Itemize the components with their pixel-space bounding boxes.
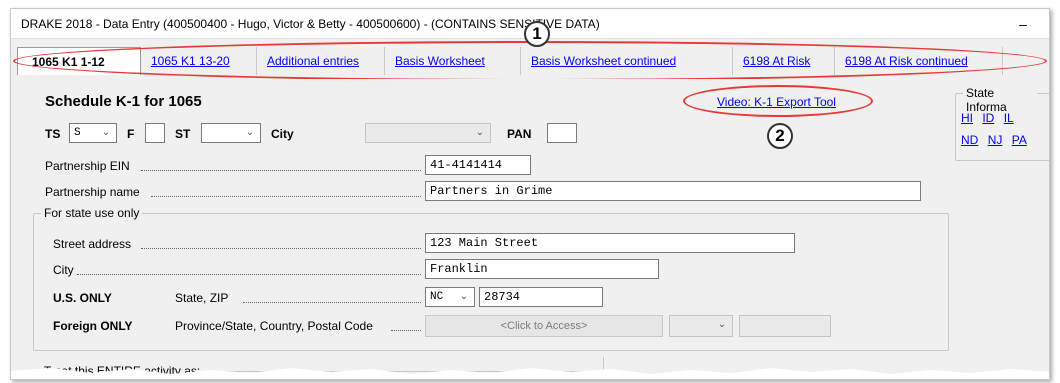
click-to-access-button[interactable]: <Click to Access> bbox=[425, 315, 663, 337]
tab-label: Additional entries bbox=[267, 54, 360, 68]
tab-label: Basis Worksheet continued bbox=[531, 54, 677, 68]
tab-basis-worksheet-continued[interactable]: Basis Worksheet continued bbox=[521, 47, 733, 75]
leader-dots bbox=[243, 302, 421, 303]
state-information-title: State Informa bbox=[963, 86, 1037, 114]
chevron-down-icon: ⌄ bbox=[459, 291, 469, 302]
callout-1: 1 bbox=[524, 21, 550, 47]
state-link-hi[interactable]: HI bbox=[961, 111, 973, 125]
video-k1-export-link[interactable]: Video: K-1 Export Tool bbox=[717, 95, 836, 109]
tab-label: Basis Worksheet bbox=[395, 54, 485, 68]
city-select[interactable]: ⌄ bbox=[365, 123, 491, 143]
leader-dots bbox=[391, 330, 421, 331]
state-link-id[interactable]: ID bbox=[982, 111, 994, 125]
postal-code-field[interactable] bbox=[739, 315, 831, 337]
st-select[interactable]: ⌄ bbox=[201, 123, 261, 143]
city-field-label: City bbox=[53, 263, 74, 277]
partnership-name-label: Partnership name bbox=[45, 185, 140, 199]
us-only-label: U.S. ONLY bbox=[53, 291, 112, 305]
minimize-button[interactable]: – bbox=[1011, 15, 1035, 33]
state-links-row-1: HI ID IL bbox=[961, 111, 1020, 125]
st-label: ST bbox=[175, 127, 191, 141]
ts-select[interactable]: S ⌄ bbox=[69, 123, 117, 143]
state-link-pa[interactable]: PA bbox=[1012, 133, 1027, 147]
city-field[interactable]: Franklin bbox=[425, 259, 659, 279]
f-field[interactable] bbox=[145, 123, 165, 143]
tab-additional-entries[interactable]: Additional entries bbox=[257, 47, 385, 75]
pan-label: PAN bbox=[507, 127, 532, 141]
ts-label: TS bbox=[45, 127, 61, 141]
tab-label: 6198 At Risk continued bbox=[845, 54, 968, 68]
state-links-row-2: ND NJ PA bbox=[961, 133, 1033, 147]
form-panel: Schedule K-1 for 1065 Video: K-1 Export … bbox=[17, 79, 1049, 379]
state-use-title: For state use only bbox=[41, 206, 143, 220]
state-link-nj[interactable]: NJ bbox=[988, 133, 1003, 147]
street-address-field[interactable]: 123 Main Street bbox=[425, 233, 795, 253]
ts-value: S bbox=[74, 127, 81, 139]
partnership-ein-field[interactable]: 41-4141414 bbox=[425, 155, 531, 175]
f-label: F bbox=[127, 127, 135, 141]
tab-label: 1065 K1 1-12 bbox=[32, 54, 105, 69]
chevron-down-icon: ⌄ bbox=[717, 319, 727, 330]
tab-6198-at-risk-continued[interactable]: 6198 At Risk continued bbox=[835, 47, 1003, 75]
city-label: City bbox=[271, 127, 294, 141]
tab-label: 6198 At Risk bbox=[743, 54, 811, 68]
state-value: NC bbox=[430, 291, 444, 303]
tab-label: 1065 K1 13-20 bbox=[151, 54, 230, 68]
state-select[interactable]: NC ⌄ bbox=[425, 287, 475, 307]
street-address-label: Street address bbox=[53, 237, 132, 251]
partnership-name-field[interactable]: Partners in Grime bbox=[425, 181, 921, 201]
zip-field[interactable]: 28734 bbox=[479, 287, 603, 307]
leader-dots bbox=[151, 196, 421, 197]
tab-6198-at-risk[interactable]: 6198 At Risk bbox=[733, 47, 835, 75]
leader-dots bbox=[141, 170, 421, 171]
data-entry-window: DRAKE 2018 - Data Entry (400500400 - Hug… bbox=[10, 8, 1050, 380]
province-label: Province/State, Country, Postal Code bbox=[175, 319, 373, 333]
pan-field[interactable] bbox=[547, 123, 577, 143]
callout-2: 2 bbox=[767, 123, 793, 149]
chevron-down-icon: ⌄ bbox=[101, 127, 111, 138]
tab-1065-k1-13-20[interactable]: 1065 K1 13-20 bbox=[141, 47, 257, 75]
country-select[interactable]: ⌄ bbox=[669, 315, 733, 337]
leader-dots bbox=[77, 274, 421, 275]
leader-dots bbox=[141, 248, 421, 249]
foreign-only-label: Foreign ONLY bbox=[53, 319, 133, 333]
chevron-down-icon: ⌄ bbox=[245, 127, 255, 138]
form-title: Schedule K-1 for 1065 bbox=[45, 93, 202, 110]
partnership-ein-label: Partnership EIN bbox=[45, 159, 130, 173]
state-zip-label: State, ZIP bbox=[175, 291, 229, 305]
torn-edge-decoration bbox=[11, 368, 1049, 379]
tab-basis-worksheet[interactable]: Basis Worksheet bbox=[385, 47, 521, 75]
window-title: DRAKE 2018 - Data Entry (400500400 - Hug… bbox=[21, 17, 600, 31]
state-link-nd[interactable]: ND bbox=[961, 133, 978, 147]
chevron-down-icon: ⌄ bbox=[475, 127, 485, 138]
tab-1065-k1-1-12[interactable]: 1065 K1 1-12 bbox=[17, 47, 141, 75]
state-link-il[interactable]: IL bbox=[1004, 111, 1014, 125]
tab-strip: 1065 K1 1-12 1065 K1 13-20 Additional en… bbox=[17, 47, 1043, 75]
